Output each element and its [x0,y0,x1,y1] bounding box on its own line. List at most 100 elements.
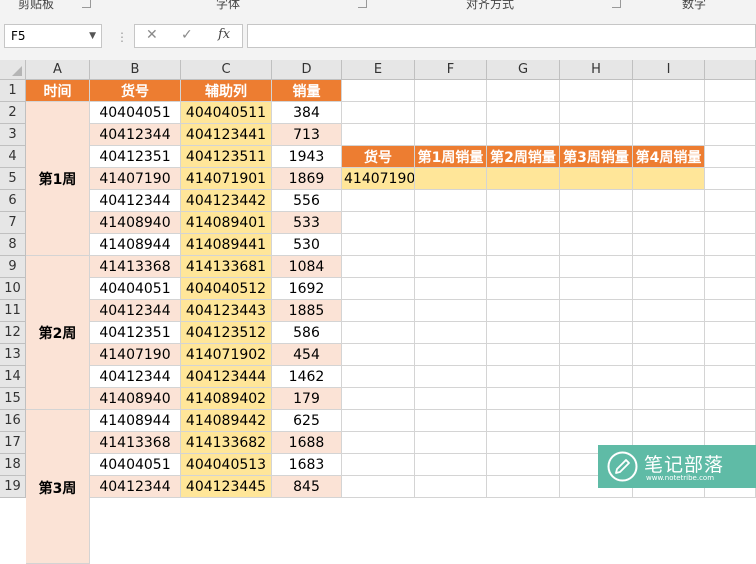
grid-cell[interactable] [487,410,560,432]
grid-cell[interactable] [705,300,756,322]
grid-cell[interactable] [705,366,756,388]
grid-cell[interactable] [633,278,705,300]
lookup-header-cell[interactable]: 第2周销量 [487,146,560,168]
sales-cell[interactable]: 1869 [272,168,342,190]
helper-column-cell[interactable]: 404040511 [181,102,272,124]
helper-column-cell[interactable]: 414071902 [181,344,272,366]
grid-cell[interactable] [560,278,633,300]
grid-cell[interactable] [487,366,560,388]
grid-cell[interactable] [560,322,633,344]
grid-cell[interactable] [633,410,705,432]
grid-cell[interactable] [633,388,705,410]
name-box[interactable]: F5 ▼ [4,24,102,48]
grid-cell[interactable] [705,278,756,300]
grid-cell[interactable] [560,344,633,366]
column-header[interactable]: G [487,60,560,80]
row-header[interactable]: 19 [0,476,26,498]
row-header[interactable]: 5 [0,168,26,190]
row-header[interactable]: 16 [0,410,26,432]
column-header[interactable]: C [181,60,272,80]
row-header[interactable]: 9 [0,256,26,278]
sales-cell[interactable]: 1462 [272,366,342,388]
row-header[interactable]: 2 [0,102,26,124]
row-header[interactable]: 6 [0,190,26,212]
grid-cell[interactable] [415,256,487,278]
grid-cell[interactable] [633,124,705,146]
grid-cell[interactable] [415,454,487,476]
week-label-cell[interactable]: 第1周 [26,102,90,256]
product-code-cell[interactable]: 40412344 [90,476,181,498]
grid-cell[interactable] [705,322,756,344]
grid-cell[interactable] [633,212,705,234]
product-code-cell[interactable]: 40412351 [90,146,181,168]
column-header-partial[interactable] [705,60,756,80]
row-header[interactable]: 11 [0,300,26,322]
alignment-launcher-icon[interactable] [612,0,621,8]
grid-cell[interactable] [415,322,487,344]
row-header[interactable]: 14 [0,366,26,388]
grid-cell[interactable] [415,300,487,322]
grid-cell[interactable] [415,102,487,124]
lookup-header-cell[interactable]: 第4周销量 [633,146,705,168]
grid-cell[interactable] [705,234,756,256]
grid-cell[interactable] [342,234,415,256]
helper-column-cell[interactable]: 404123443 [181,300,272,322]
table-header-cell[interactable]: 货号 [90,80,181,102]
grid-cell[interactable] [705,146,756,168]
grid-cell[interactable] [415,212,487,234]
grid-cell[interactable] [705,102,756,124]
product-code-cell[interactable]: 41413368 [90,432,181,454]
sales-cell[interactable]: 1084 [272,256,342,278]
grid-cell[interactable] [560,190,633,212]
grid-cell[interactable] [560,388,633,410]
product-code-cell[interactable]: 40404051 [90,454,181,476]
column-header[interactable]: E [342,60,415,80]
sales-cell[interactable]: 530 [272,234,342,256]
product-code-cell[interactable]: 41407190 [90,168,181,190]
grid-cell[interactable] [560,212,633,234]
grid-cell[interactable] [342,102,415,124]
helper-column-cell[interactable]: 414089401 [181,212,272,234]
lookup-header-cell[interactable]: 货号 [342,146,415,168]
grid-cell[interactable] [487,256,560,278]
row-header[interactable]: 18 [0,454,26,476]
grid-cell[interactable] [415,278,487,300]
row-header[interactable]: 7 [0,212,26,234]
grid-cell[interactable] [633,102,705,124]
grid-cell[interactable] [415,190,487,212]
product-code-cell[interactable]: 41408940 [90,212,181,234]
grid-cell[interactable] [705,410,756,432]
formula-input[interactable] [247,24,756,48]
grid-cell[interactable] [560,366,633,388]
row-header[interactable]: 4 [0,146,26,168]
sales-cell[interactable]: 625 [272,410,342,432]
grid-cell[interactable] [342,344,415,366]
product-code-cell[interactable]: 40412344 [90,124,181,146]
week-label-cell[interactable]: 第3周 [26,410,90,564]
helper-column-cell[interactable]: 414071901 [181,168,272,190]
grid-cell[interactable] [342,300,415,322]
grid-cell[interactable] [560,410,633,432]
clipboard-launcher-icon[interactable] [82,0,91,8]
helper-column-cell[interactable]: 414133681 [181,256,272,278]
row-header[interactable]: 1 [0,80,26,102]
sales-cell[interactable]: 533 [272,212,342,234]
grid-cell[interactable] [342,322,415,344]
helper-column-cell[interactable]: 404123512 [181,322,272,344]
grid-cell[interactable] [415,432,487,454]
column-header[interactable]: A [26,60,90,80]
row-header[interactable]: 17 [0,432,26,454]
product-code-cell[interactable]: 40412351 [90,322,181,344]
grid-cell[interactable] [415,344,487,366]
sales-cell[interactable]: 586 [272,322,342,344]
grid-cell[interactable] [415,80,487,102]
grid-cell[interactable] [705,190,756,212]
lookup-week-sales-cell[interactable] [415,168,487,190]
grid-cell[interactable] [705,212,756,234]
column-header[interactable]: D [272,60,342,80]
sales-cell[interactable]: 1943 [272,146,342,168]
grid-cell[interactable] [342,432,415,454]
grid-cell[interactable] [487,124,560,146]
grid-cell[interactable] [487,102,560,124]
grid-cell[interactable] [342,454,415,476]
